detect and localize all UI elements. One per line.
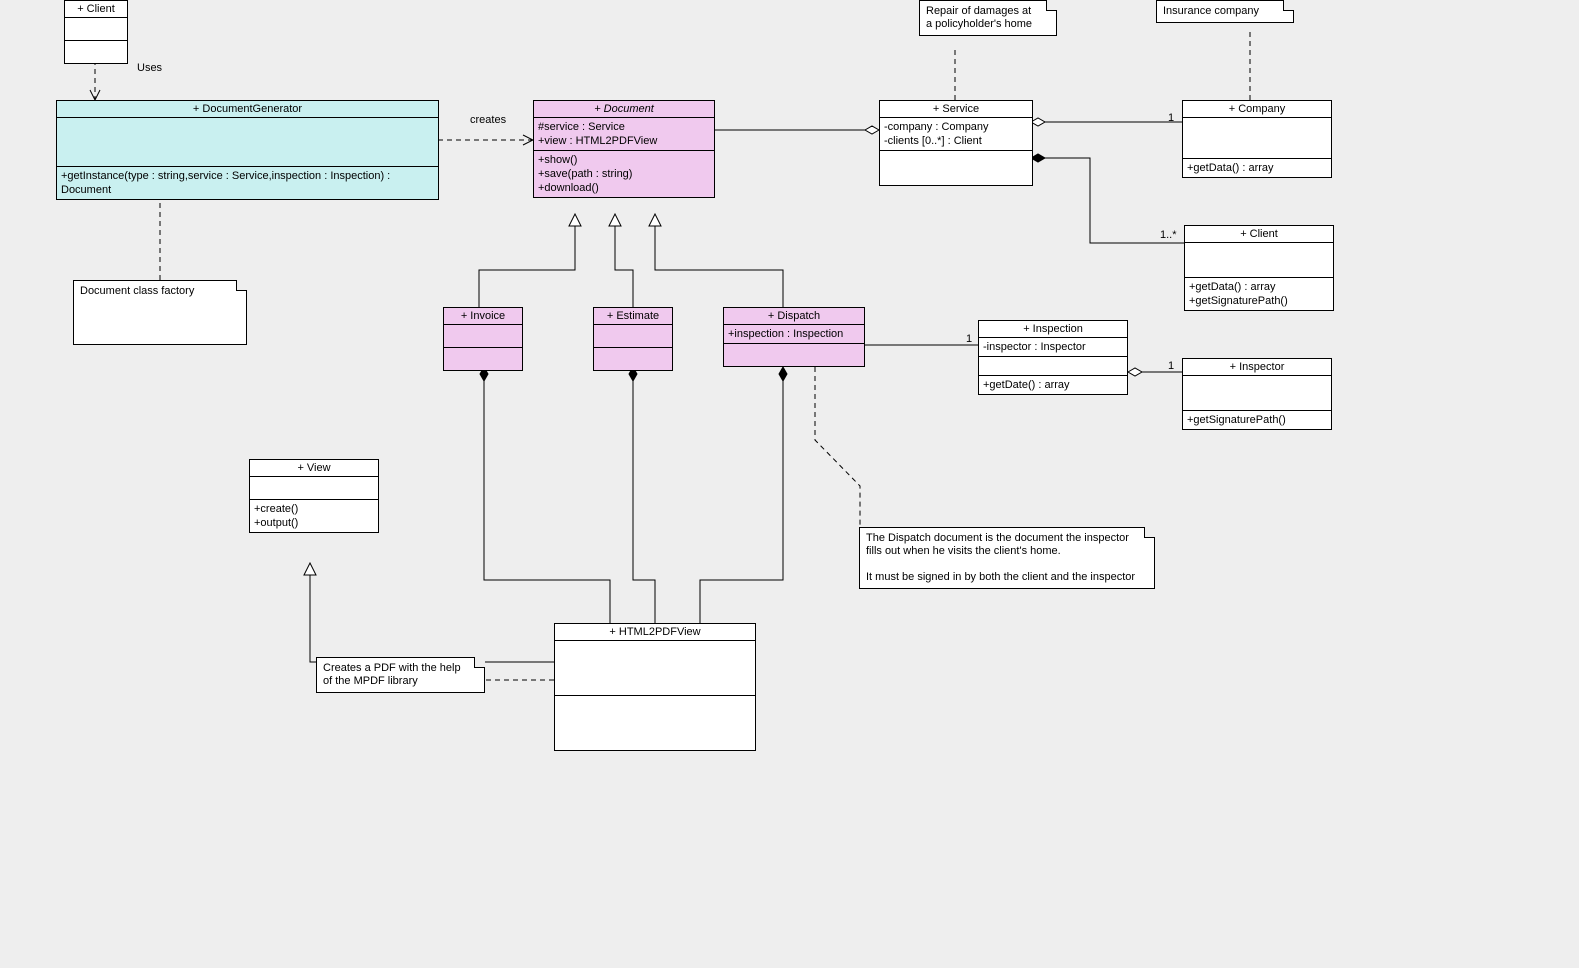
class-title: + Estimate <box>607 310 659 322</box>
attribute: #service : Service <box>538 120 710 134</box>
operation: +getInstance(type : string,service : Ser… <box>61 170 390 196</box>
class-document-generator: + DocumentGenerator +getInstance(type : … <box>56 100 439 200</box>
attribute: +view : HTML2PDFView <box>538 134 710 148</box>
class-view: + View +create() +output() <box>249 459 379 533</box>
class-estimate: + Estimate <box>593 307 673 371</box>
label-multiplicity: 1 <box>1168 360 1174 372</box>
class-title: + Inspection <box>1023 323 1083 335</box>
attribute: +inspection : Inspection <box>728 328 843 340</box>
class-service: + Service -company : Company -clients [0… <box>879 100 1033 186</box>
note-factory: Document class factory <box>73 280 247 345</box>
class-title: + Client <box>1240 228 1278 240</box>
class-title: + Client <box>77 3 115 15</box>
class-client-top: + Client <box>64 0 128 64</box>
operation: +show() <box>538 153 710 167</box>
label-multiplicity: 1 <box>966 333 972 345</box>
operation: +getData() : array <box>1189 280 1329 294</box>
attribute: -clients [0..*] : Client <box>884 134 1028 148</box>
note-repair: Repair of damages at a policyholder's ho… <box>919 0 1057 36</box>
operation: +output() <box>254 516 374 530</box>
note-insurance: Insurance company <box>1156 0 1294 23</box>
class-title: + HTML2PDFView <box>609 626 700 638</box>
class-inspection: + Inspection -inspector : Inspector +get… <box>978 320 1128 395</box>
label-multiplicity: 1 <box>1168 112 1174 124</box>
class-inspector: + Inspector +getSignaturePath() <box>1182 358 1332 430</box>
class-title: + DocumentGenerator <box>193 103 302 115</box>
class-invoice: + Invoice <box>443 307 523 371</box>
class-title: + Dispatch <box>768 310 820 322</box>
label-creates: creates <box>470 114 506 126</box>
class-client: + Client +getData() : array +getSignatur… <box>1184 225 1334 311</box>
class-title: + Inspector <box>1230 361 1285 373</box>
class-dispatch: + Dispatch +inspection : Inspection <box>723 307 865 367</box>
attribute: -inspector : Inspector <box>983 341 1086 353</box>
class-title: + Service <box>933 103 979 115</box>
label-multiplicity: 1..* <box>1160 229 1177 241</box>
operation: +create() <box>254 502 374 516</box>
operation: +getData() : array <box>1187 162 1274 174</box>
operation: +save(path : string) <box>538 167 710 181</box>
class-title: + View <box>297 462 330 474</box>
operation: +download() <box>538 181 710 195</box>
attribute: -company : Company <box>884 120 1028 134</box>
class-title: + Invoice <box>461 310 505 322</box>
class-title: + Company <box>1229 103 1286 115</box>
operation: +getDate() : array <box>983 379 1070 391</box>
class-html2pdfview: + HTML2PDFView <box>554 623 756 751</box>
label-uses: Uses <box>137 62 162 74</box>
class-document: + Document #service : Service +view : HT… <box>533 100 715 198</box>
class-title: + Document <box>594 103 654 115</box>
note-mpdf: Creates a PDF with the help of the MPDF … <box>316 657 485 693</box>
note-dispatch: The Dispatch document is the document th… <box>859 527 1155 589</box>
class-company: + Company +getData() : array <box>1182 100 1332 178</box>
operation: +getSignaturePath() <box>1187 414 1286 426</box>
operation: +getSignaturePath() <box>1189 294 1329 308</box>
